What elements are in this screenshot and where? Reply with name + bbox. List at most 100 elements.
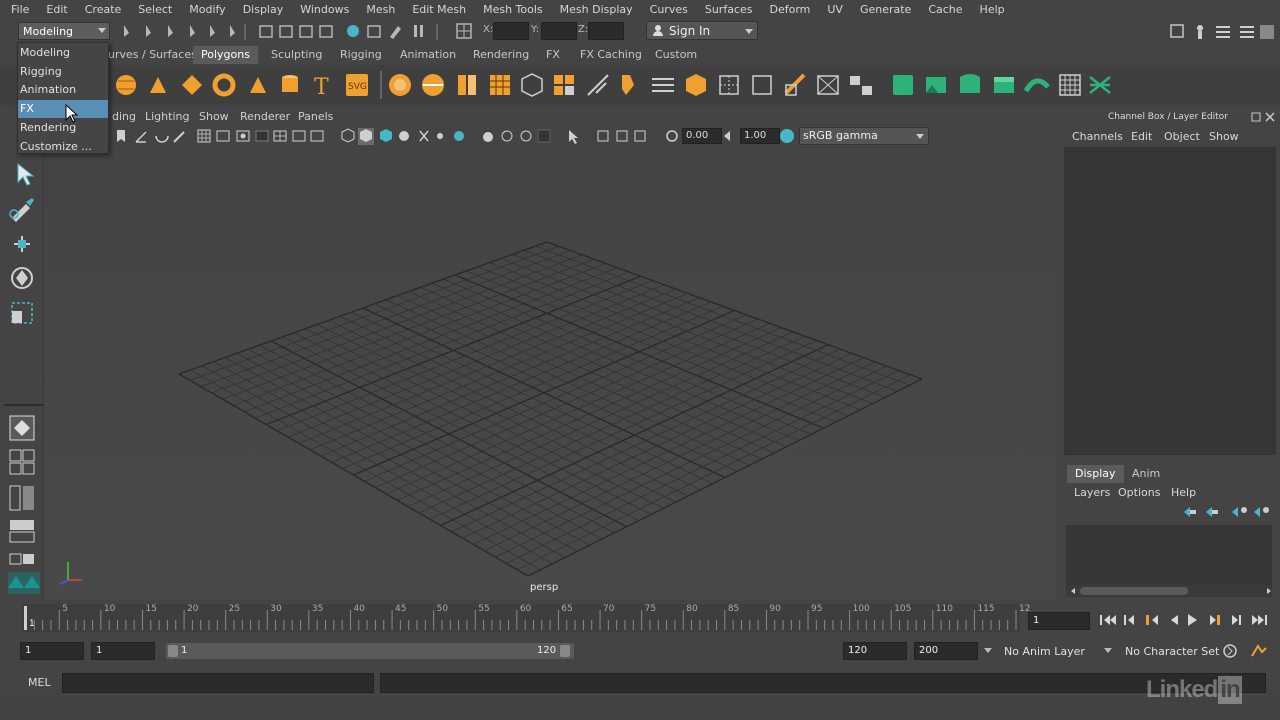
textured-icon [399,131,409,141]
shelf-tab-fx[interactable]: FX [538,46,568,64]
menu-edit[interactable]: Edit [37,0,75,19]
pencil-icon [173,131,185,143]
sign-in-button[interactable]: Sign In [646,21,758,40]
range-end-label: 120 [537,645,557,656]
menu-mesh-display[interactable]: Mesh Display [551,0,641,19]
panel-menu-lighting[interactable]: Lighting [145,110,189,123]
exposure-field[interactable]: 0.00 [682,128,722,144]
channel-box-menu-channels[interactable]: Channels [1072,130,1123,143]
y-coordinate-field[interactable] [541,22,577,40]
use-all-lights-icon [419,130,429,142]
menu-file[interactable]: File [0,0,37,19]
animation-start-field[interactable]: 1 [20,642,84,660]
menu-display[interactable]: Display [234,0,292,19]
shelf-tab-rendering[interactable]: Rendering [465,46,537,64]
layer-menu-help[interactable]: Help [1171,486,1196,499]
menu-set-option-fx[interactable]: FX [18,100,108,119]
menu-set-option-rendering[interactable]: Rendering [18,119,108,137]
poly-cone-icon [150,77,166,93]
menu-create[interactable]: Create [76,0,130,19]
shelf-tab-urves-surfaces[interactable]: urves / Surfaces [100,46,205,64]
x-coordinate-field[interactable] [493,22,529,40]
range-start-handle[interactable] [168,645,178,657]
z-coordinate-field[interactable] [588,22,624,40]
command-input[interactable] [62,673,374,693]
polygon-shelf-icons[interactable]: T SVG [110,67,1130,103]
panel-menu-ding[interactable]: ding [112,110,136,123]
shelf-tab-custom[interactable]: Custom [647,46,705,64]
layer-menu-options[interactable]: Options [1118,486,1160,499]
shelf-tab-sculpting[interactable]: Sculpting [263,46,330,64]
layer-menu-layers[interactable]: Layers [1074,486,1110,499]
channel-box-menu-object[interactable]: Object [1164,130,1200,143]
anim-layer-select[interactable]: No Anim Layer [1004,645,1085,658]
menu-set-dropdown: Modeling Rigging Animation FX Rendering Custo… [17,42,109,154]
menu-mesh-tools[interactable]: Mesh Tools [474,0,551,19]
menu-generate[interactable]: Generate [851,0,919,19]
menu-set-option-customize[interactable]: Customize ... [18,138,108,156]
smooth-icon [490,75,510,95]
workspace-toggles[interactable] [1168,22,1278,42]
menu-modify[interactable]: Modify [180,0,233,19]
grid-line [397,295,763,460]
channel-box-menu-show[interactable]: Show [1209,130,1239,143]
scroll-arrows[interactable] [1068,586,1274,596]
menu-surfaces[interactable]: Surfaces [696,0,761,19]
new-layer-selected-icon [1254,507,1260,517]
range-right-icons[interactable] [1220,642,1272,660]
menu-deform[interactable]: Deform [760,0,818,19]
range-slider[interactable] [166,643,574,659]
menu-set-select[interactable]: Modeling [18,22,110,40]
select-tool-icon [17,162,35,186]
transfer-attributes-icon [1089,76,1111,94]
chevron-down-icon[interactable] [984,648,992,653]
layer-tab-display[interactable]: Display [1067,465,1124,483]
shelf-tab-rigging[interactable]: Rigging [332,46,390,64]
menu-edit-mesh[interactable]: Edit Mesh [403,0,474,19]
time-tick-label: 25 [228,604,241,614]
chevron-down-icon[interactable] [1104,648,1112,653]
motion-blur-icon [483,132,493,142]
gate-mask-icon [255,130,269,142]
planar-map-icon [850,76,860,85]
panel-menu-renderer[interactable]: Renderer [240,110,290,123]
menu-cache[interactable]: Cache [919,0,970,19]
go-to-start-icon [1100,615,1116,625]
playback-start-field[interactable]: 1 [91,642,155,660]
menu-mesh[interactable]: Mesh [357,0,403,19]
range-end-handle[interactable] [560,645,570,657]
range-start-label: 1 [181,645,188,656]
grid-line [454,274,824,429]
current-frame-field[interactable]: 1 [1028,612,1090,630]
animation-end-field[interactable]: 200 [914,642,978,660]
layer-tab-anim[interactable]: Anim [1124,465,1168,483]
shelf-tab-fx-caching[interactable]: FX Caching [572,46,650,64]
panel-menu-panels[interactable]: Panels [298,110,333,123]
menu-set-option-animation[interactable]: Animation [18,81,108,99]
panel-window-controls[interactable] [1250,111,1278,123]
character-set-select[interactable]: No Character Set [1125,645,1219,658]
time-tick-label: 70 [603,604,615,614]
view-transform-select[interactable]: sRGB gamma [799,127,929,145]
menu-help[interactable]: Help [971,0,1013,19]
shelf-tab-animation[interactable]: Animation [392,46,464,64]
mel-label[interactable]: MEL [28,676,51,689]
playback-end-field[interactable]: 120 [843,642,907,660]
playback-controls[interactable] [1096,611,1272,629]
menu-set-option-rigging[interactable]: Rigging [18,63,108,81]
menu-windows[interactable]: Windows [291,0,357,19]
shelf-tab-polygons[interactable]: Polygons [193,46,258,64]
channel-box-menu-edit[interactable]: Edit [1131,130,1152,143]
current-time-indicator[interactable] [24,606,27,630]
menu-select[interactable]: Select [129,0,180,19]
exposure-icon [666,130,678,142]
extract-icon [521,73,543,97]
grid-line [462,352,852,539]
menu-curves[interactable]: Curves [641,0,696,19]
menu-set-option-modeling[interactable]: Modeling [18,44,108,62]
panel-menu-show[interactable]: Show [199,110,229,123]
gamma-field[interactable]: 1.00 [740,128,780,144]
layer-buttons[interactable] [1180,505,1270,519]
tool-box-icons[interactable] [4,158,44,598]
menu-uv[interactable]: UV [818,0,851,19]
